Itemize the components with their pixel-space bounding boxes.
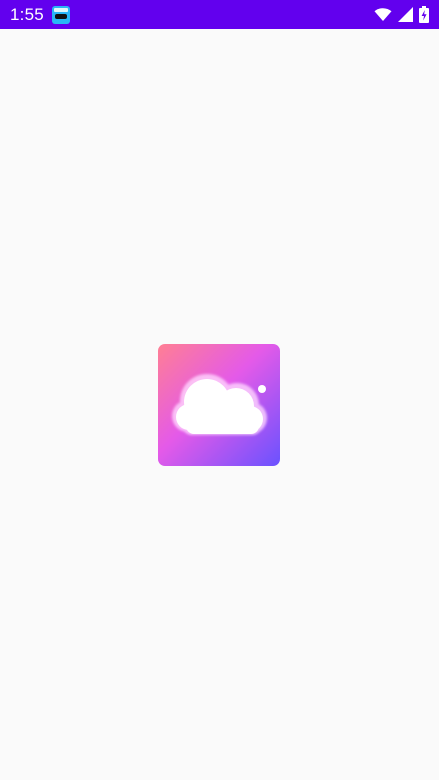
app-notification-icon (51, 5, 70, 24)
wifi-icon (374, 8, 392, 21)
status-time: 1:55 (10, 4, 44, 24)
app-logo (158, 344, 280, 466)
battery-charging-icon (419, 6, 429, 23)
status-indicators (374, 6, 429, 23)
status-bar: 1:55 (0, 0, 439, 29)
cellular-signal-icon (398, 7, 413, 22)
cloud-icon (172, 374, 267, 435)
